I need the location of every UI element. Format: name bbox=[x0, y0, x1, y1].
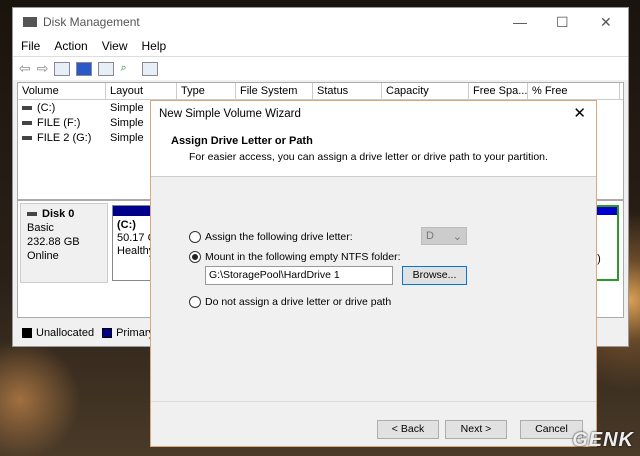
menu-view[interactable]: View bbox=[102, 39, 128, 53]
col-status[interactable]: Status bbox=[313, 83, 382, 99]
disk-label[interactable]: Disk 0 Basic 232.88 GB Online bbox=[20, 203, 108, 283]
radio-icon bbox=[189, 296, 201, 308]
drive-letter-value: D bbox=[426, 230, 434, 242]
back-arrow-icon[interactable]: ⇦ bbox=[19, 60, 31, 77]
drive-icon bbox=[22, 135, 32, 140]
dialog-title: New Simple Volume Wizard bbox=[159, 108, 301, 120]
primary-swatch bbox=[102, 328, 113, 338]
radio-icon bbox=[189, 231, 201, 243]
col-volume[interactable]: Volume bbox=[18, 83, 106, 99]
volume-name: FILE (F:) bbox=[37, 116, 81, 129]
volume-layout: Simple bbox=[110, 101, 144, 114]
radio-label: Mount in the following empty NTFS folder… bbox=[205, 251, 401, 263]
wizard-header: New Simple Volume Wizard ✕ Assign Drive … bbox=[151, 101, 596, 177]
col-layout[interactable]: Layout bbox=[106, 83, 177, 99]
disk-name: Disk 0 bbox=[42, 208, 75, 220]
close-icon[interactable]: ✕ bbox=[573, 104, 586, 122]
forward-arrow-icon[interactable]: ⇨ bbox=[37, 60, 49, 77]
radio-label: Assign the following drive letter: bbox=[205, 231, 353, 243]
maximize-button[interactable]: ☐ bbox=[556, 14, 569, 31]
disk-icon bbox=[27, 212, 37, 217]
unallocated-swatch bbox=[22, 328, 32, 338]
disk-status: Online bbox=[27, 250, 59, 262]
toolbar: ⇦ ⇨ ⌕ bbox=[13, 56, 628, 80]
drive-icon bbox=[22, 105, 32, 110]
mount-folder-radio[interactable]: Mount in the following empty NTFS folder… bbox=[189, 251, 401, 263]
assign-letter-radio[interactable]: Assign the following drive letter: bbox=[189, 231, 353, 243]
radio-icon bbox=[189, 251, 201, 263]
volume-layout: Simple bbox=[110, 131, 144, 144]
drive-icon bbox=[22, 120, 32, 125]
menu-help[interactable]: Help bbox=[142, 39, 167, 53]
col-percent-free[interactable]: % Free bbox=[528, 83, 620, 99]
menu-bar: File Action View Help bbox=[13, 36, 628, 56]
back-button[interactable]: < Back bbox=[377, 420, 439, 439]
no-letter-radio[interactable]: Do not assign a drive letter or drive pa… bbox=[189, 296, 391, 308]
col-file-system[interactable]: File System bbox=[236, 83, 313, 99]
action-pane-icon[interactable] bbox=[98, 61, 115, 76]
list-header: Volume Layout Type File System Status Ca… bbox=[18, 83, 623, 100]
divider bbox=[151, 401, 596, 402]
genk-watermark: GENK bbox=[572, 429, 634, 451]
browse-button[interactable]: Browse... bbox=[402, 266, 467, 285]
legend-primary: Primary bbox=[116, 327, 154, 339]
connect-icon[interactable]: ⌕ bbox=[120, 62, 136, 76]
volume-name: FILE 2 (G:) bbox=[37, 131, 92, 144]
folder-path-input[interactable]: G:\StoragePool\HardDrive 1 bbox=[205, 266, 393, 285]
col-capacity[interactable]: Capacity bbox=[382, 83, 469, 99]
properties-icon[interactable] bbox=[142, 61, 159, 76]
menu-file[interactable]: File bbox=[21, 39, 40, 53]
volume-name: (C:) bbox=[37, 101, 56, 114]
volume-layout: Simple bbox=[110, 116, 144, 129]
disk-icon bbox=[23, 17, 37, 27]
col-free-space[interactable]: Free Spa... bbox=[469, 83, 528, 99]
help-icon[interactable] bbox=[76, 61, 93, 76]
radio-label: Do not assign a drive letter or drive pa… bbox=[205, 296, 392, 308]
next-button[interactable]: Next > bbox=[445, 420, 507, 439]
window-title: Disk Management bbox=[43, 15, 140, 29]
page-heading: Assign Drive Letter or Path bbox=[171, 135, 313, 147]
col-type[interactable]: Type bbox=[177, 83, 236, 99]
disk-type: Basic bbox=[27, 222, 54, 234]
console-tree-icon[interactable] bbox=[54, 61, 71, 76]
title-bar: Disk Management — ☐ ✕ bbox=[13, 8, 628, 36]
disk-size: 232.88 GB bbox=[27, 236, 80, 248]
drive-letter-select[interactable]: D ⌄ bbox=[421, 227, 467, 245]
chevron-down-icon: ⌄ bbox=[452, 231, 462, 243]
new-simple-volume-wizard: New Simple Volume Wizard ✕ Assign Drive … bbox=[150, 100, 597, 447]
legend-unallocated: Unallocated bbox=[36, 327, 95, 339]
menu-action[interactable]: Action bbox=[54, 39, 87, 53]
legend: Unallocated Primary bbox=[22, 327, 154, 339]
page-subheading: For easier access, you can assign a driv… bbox=[189, 151, 548, 163]
close-button[interactable]: ✕ bbox=[600, 14, 612, 31]
minimize-button[interactable]: — bbox=[513, 14, 527, 30]
